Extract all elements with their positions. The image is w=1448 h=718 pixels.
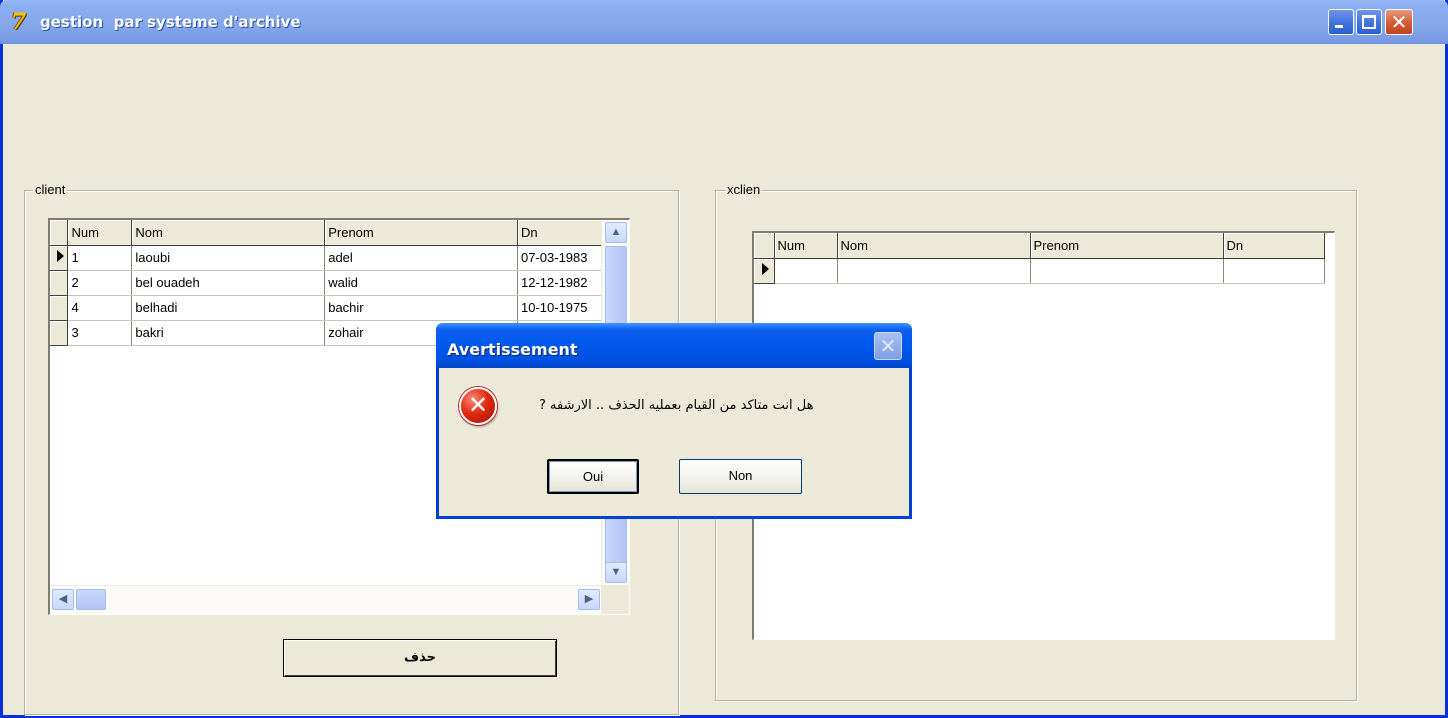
row-indicator[interactable] <box>50 295 69 321</box>
cell-nom[interactable]: bel ouadeh <box>131 270 326 296</box>
maximize-icon <box>1362 15 1376 29</box>
table-row[interactable] <box>754 258 1325 284</box>
cell-dn[interactable]: 10-10-1975 <box>517 295 602 321</box>
client-group-label: client <box>33 182 68 197</box>
cell-prenom[interactable]: adel <box>324 245 518 271</box>
app-icon[interactable]: 7 <box>11 11 33 33</box>
chevron-right-icon: ▶ <box>584 593 594 605</box>
xclient-group-label: xclien <box>725 182 763 197</box>
horizontal-scrollbar[interactable]: ◀ ▶ <box>50 585 602 614</box>
table-row[interactable]: 1 laoubi adel 07-03-1983 <box>50 245 602 271</box>
warning-dialog: Avertissement ✕ ✕ ? هل انت متاكد من القي… <box>436 323 912 519</box>
indicator-header <box>50 220 69 246</box>
column-header-prenom[interactable]: Prenom <box>1030 233 1224 259</box>
close-icon: ✕ <box>1390 10 1408 34</box>
client-header-row: Num Nom Prenom Dn <box>50 220 602 246</box>
error-icon: ✕ <box>459 387 497 425</box>
scroll-down-button[interactable]: ▼ <box>605 562 627 583</box>
dialog-close-button[interactable]: ✕ <box>874 332 902 360</box>
cell-dn[interactable]: 07-03-1983 <box>517 245 602 271</box>
column-header-dn[interactable]: Dn <box>517 220 602 246</box>
maximize-button[interactable] <box>1356 9 1382 35</box>
row-indicator[interactable] <box>50 320 69 346</box>
row-pointer-icon <box>56 250 64 262</box>
dialog-message: ? هل انت متاكد من القيام بعمليه الحذف ..… <box>539 398 814 413</box>
cell-prenom[interactable] <box>1030 258 1224 284</box>
column-header-prenom[interactable]: Prenom <box>324 220 518 246</box>
cell-prenom[interactable]: walid <box>324 270 518 296</box>
cell-dn[interactable]: 12-12-1982 <box>517 270 602 296</box>
indicator-header <box>754 233 775 259</box>
cell-dn[interactable] <box>1223 258 1325 284</box>
scrollbar-corner <box>601 585 629 614</box>
dialog-title-bar[interactable]: Avertissement ✕ <box>436 323 912 368</box>
scroll-up-button[interactable]: ▲ <box>605 222 627 243</box>
xclient-table: Num Nom Prenom Dn <box>754 233 1325 284</box>
row-indicator[interactable] <box>50 270 69 296</box>
chevron-up-icon: ▲ <box>610 226 622 238</box>
xclient-header-row: Num Nom Prenom Dn <box>754 233 1325 259</box>
cell-nom[interactable] <box>837 258 1031 284</box>
column-header-nom[interactable]: Nom <box>837 233 1031 259</box>
yes-button[interactable]: Oui <box>547 459 639 494</box>
chevron-down-icon: ▼ <box>610 566 622 578</box>
cell-num[interactable]: 3 <box>67 320 133 346</box>
horizontal-scroll-thumb[interactable] <box>76 589 106 610</box>
cell-nom[interactable]: belhadi <box>131 295 326 321</box>
delete-button[interactable]: حذف <box>283 639 557 677</box>
row-indicator[interactable] <box>754 258 775 284</box>
table-row[interactable]: 4 belhadi bachir 10-10-1975 <box>50 295 602 321</box>
cell-nom[interactable]: laoubi <box>131 245 326 271</box>
cell-num[interactable] <box>774 258 838 284</box>
chevron-left-icon: ◀ <box>58 593 68 605</box>
cell-num[interactable]: 1 <box>67 245 133 271</box>
column-header-num[interactable]: Num <box>774 233 838 259</box>
cell-prenom[interactable]: bachir <box>324 295 518 321</box>
close-button[interactable]: ✕ <box>1385 9 1413 35</box>
cell-num[interactable]: 4 <box>67 295 133 321</box>
minimize-icon <box>1335 25 1343 28</box>
row-indicator[interactable] <box>50 245 69 271</box>
cell-nom[interactable]: bakri <box>131 320 326 346</box>
column-header-dn[interactable]: Dn <box>1223 233 1325 259</box>
cell-num[interactable]: 2 <box>67 270 133 296</box>
table-row[interactable]: 2 bel ouadeh walid 12-12-1982 <box>50 270 602 296</box>
window-title: gestion par systeme d'archive <box>40 13 301 31</box>
column-header-nom[interactable]: Nom <box>131 220 326 246</box>
scroll-left-button[interactable]: ◀ <box>52 589 74 610</box>
minimize-button[interactable] <box>1328 9 1354 35</box>
title-bar[interactable]: 7 gestion par systeme d'archive ✕ <box>0 0 1448 44</box>
dialog-title: Avertissement <box>447 340 578 359</box>
scroll-right-button[interactable]: ▶ <box>578 589 600 610</box>
row-pointer-icon <box>761 263 769 275</box>
column-header-num[interactable]: Num <box>67 220 133 246</box>
no-button[interactable]: Non <box>679 459 802 494</box>
close-icon: ✕ <box>879 334 897 358</box>
